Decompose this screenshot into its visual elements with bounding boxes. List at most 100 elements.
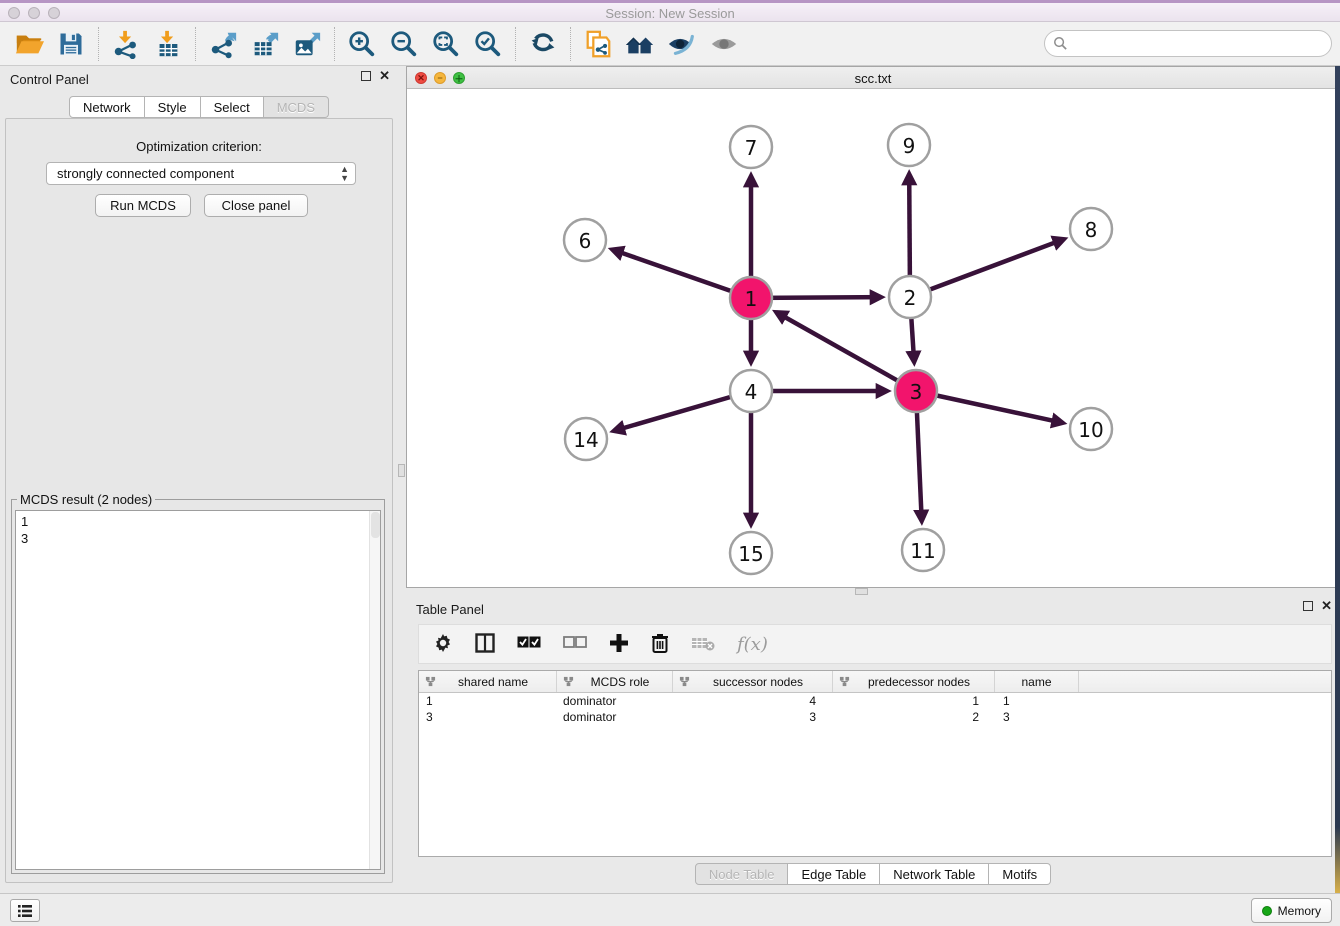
column-mapped-icon <box>839 676 850 687</box>
edge-2-8[interactable] <box>910 239 1064 297</box>
column-header-shared-name[interactable]: shared name <box>419 671 557 692</box>
table-cell[interactable]: dominator <box>557 694 673 708</box>
svg-text:8: 8 <box>1085 218 1098 242</box>
toolbar-separator <box>570 27 571 61</box>
table-cell[interactable]: 3 <box>673 710 833 724</box>
delete-table-button[interactable] <box>691 635 715 654</box>
table-cell[interactable]: 3 <box>995 710 1079 724</box>
import-network-button[interactable] <box>105 25 147 63</box>
run-mcds-button[interactable]: Run MCDS <box>95 194 191 217</box>
column-mapped-icon <box>563 676 574 687</box>
table-row[interactable]: 3dominator323 <box>419 709 1331 725</box>
tab-edge-table[interactable]: Edge Table <box>788 863 880 885</box>
import-table-button[interactable] <box>147 25 189 63</box>
select-all-columns-button[interactable] <box>517 636 541 652</box>
app-titlebar: Session: New Session <box>0 0 1340 22</box>
zoom-in-icon <box>347 29 377 59</box>
node-8[interactable]: 8 <box>1070 208 1112 250</box>
node-table-body: 1dominator4113dominator323 <box>419 693 1331 725</box>
column-header-mcds-role[interactable]: MCDS role <box>557 671 673 692</box>
add-column-button[interactable] <box>609 633 629 656</box>
table-row[interactable]: 1dominator411 <box>419 693 1331 709</box>
node-3[interactable]: 3 <box>895 370 937 412</box>
column-header-predecessor-nodes[interactable]: predecessor nodes <box>833 671 995 692</box>
close-panel-button[interactable]: Close panel <box>204 194 308 217</box>
show-columns-button[interactable] <box>475 633 495 656</box>
zoom-out-icon <box>389 29 419 59</box>
close-panel-icon[interactable]: ✕ <box>379 71 390 81</box>
table-cell[interactable]: 3 <box>419 710 557 724</box>
splitter-grip[interactable] <box>855 588 868 595</box>
new-network-from-selection-button[interactable] <box>577 25 619 63</box>
result-scrollbar-thumb[interactable] <box>371 512 380 538</box>
node-11[interactable]: 11 <box>902 529 944 571</box>
node-15[interactable]: 15 <box>730 532 772 574</box>
float-panel-icon[interactable] <box>361 71 371 81</box>
tab-style[interactable]: Style <box>145 96 201 118</box>
table-panel: Table Panel ✕ f(x) shared name MC <box>406 596 1340 893</box>
table-cell[interactable]: 1 <box>995 694 1079 708</box>
table-cell[interactable]: 2 <box>833 710 995 724</box>
save-session-button[interactable] <box>50 25 92 63</box>
vertical-splitter[interactable] <box>398 66 406 893</box>
node-6[interactable]: 6 <box>564 219 606 261</box>
dropdown-stepper-icon: ▲▼ <box>340 165 349 183</box>
table-cell[interactable]: dominator <box>557 710 673 724</box>
node-2[interactable]: 2 <box>889 276 931 318</box>
edge-3-10[interactable] <box>916 391 1063 423</box>
svg-text:7: 7 <box>745 136 758 160</box>
open-session-button[interactable] <box>8 25 50 63</box>
float-panel-icon[interactable] <box>1303 601 1313 611</box>
node-10[interactable]: 10 <box>1070 408 1112 450</box>
unselect-all-columns-button[interactable] <box>563 636 587 652</box>
tab-select[interactable]: Select <box>201 96 264 118</box>
show-all-button[interactable] <box>703 25 745 63</box>
column-header-name[interactable]: name <box>995 671 1079 692</box>
open-folder-icon <box>14 29 44 59</box>
tab-mcds[interactable]: MCDS <box>264 96 329 118</box>
network-canvas[interactable]: 7 9 6 8 1 2 4 3 14 10 15 11 <box>407 89 1339 587</box>
zoom-selected-icon <box>473 29 503 59</box>
node-7[interactable]: 7 <box>730 126 772 168</box>
network-window-title: scc.txt <box>407 71 1339 86</box>
toolbar-separator <box>334 27 335 61</box>
node-4[interactable]: 4 <box>730 370 772 412</box>
zoom-in-button[interactable] <box>341 25 383 63</box>
close-panel-icon[interactable]: ✕ <box>1321 601 1332 611</box>
export-table-button[interactable] <box>244 25 286 63</box>
svg-text:11: 11 <box>910 539 935 563</box>
tab-network-table[interactable]: Network Table <box>880 863 989 885</box>
task-history-button[interactable] <box>10 899 40 922</box>
function-builder-button[interactable]: f(x) <box>737 634 768 655</box>
memory-button[interactable]: Memory <box>1251 898 1332 923</box>
table-cell[interactable]: 1 <box>833 694 995 708</box>
zoom-fit-button[interactable] <box>425 25 467 63</box>
zoom-out-button[interactable] <box>383 25 425 63</box>
node-14[interactable]: 14 <box>565 418 607 460</box>
table-options-button[interactable] <box>433 633 453 656</box>
splitter-grip[interactable] <box>398 464 405 477</box>
home-icon <box>624 29 656 59</box>
control-panel: Control Panel ✕ Network Style Select MCD… <box>0 66 398 893</box>
edge-3-1[interactable] <box>776 312 916 391</box>
horizontal-splitter[interactable] <box>406 588 1340 596</box>
export-image-button[interactable] <box>286 25 328 63</box>
delete-columns-button[interactable] <box>651 633 669 656</box>
apply-layout-button[interactable] <box>522 25 564 63</box>
export-network-button[interactable] <box>202 25 244 63</box>
zoom-selected-button[interactable] <box>467 25 509 63</box>
tab-motifs[interactable]: Motifs <box>989 863 1051 885</box>
table-cell[interactable]: 1 <box>419 694 557 708</box>
result-scrollbar[interactable] <box>369 511 380 869</box>
tab-node-table[interactable]: Node Table <box>695 863 789 885</box>
node-9[interactable]: 9 <box>888 124 930 166</box>
search-input[interactable] <box>1044 30 1332 57</box>
table-cell[interactable]: 4 <box>673 694 833 708</box>
tab-network[interactable]: Network <box>69 96 145 118</box>
node-1[interactable]: 1 <box>730 277 772 319</box>
first-neighbors-button[interactable] <box>619 25 661 63</box>
criterion-dropdown[interactable]: strongly connected component ▲▼ <box>46 162 356 185</box>
hide-selected-button[interactable] <box>661 25 703 63</box>
column-header-successor-nodes[interactable]: successor nodes <box>673 671 833 692</box>
mcds-result-box[interactable]: 1 3 <box>15 510 381 870</box>
